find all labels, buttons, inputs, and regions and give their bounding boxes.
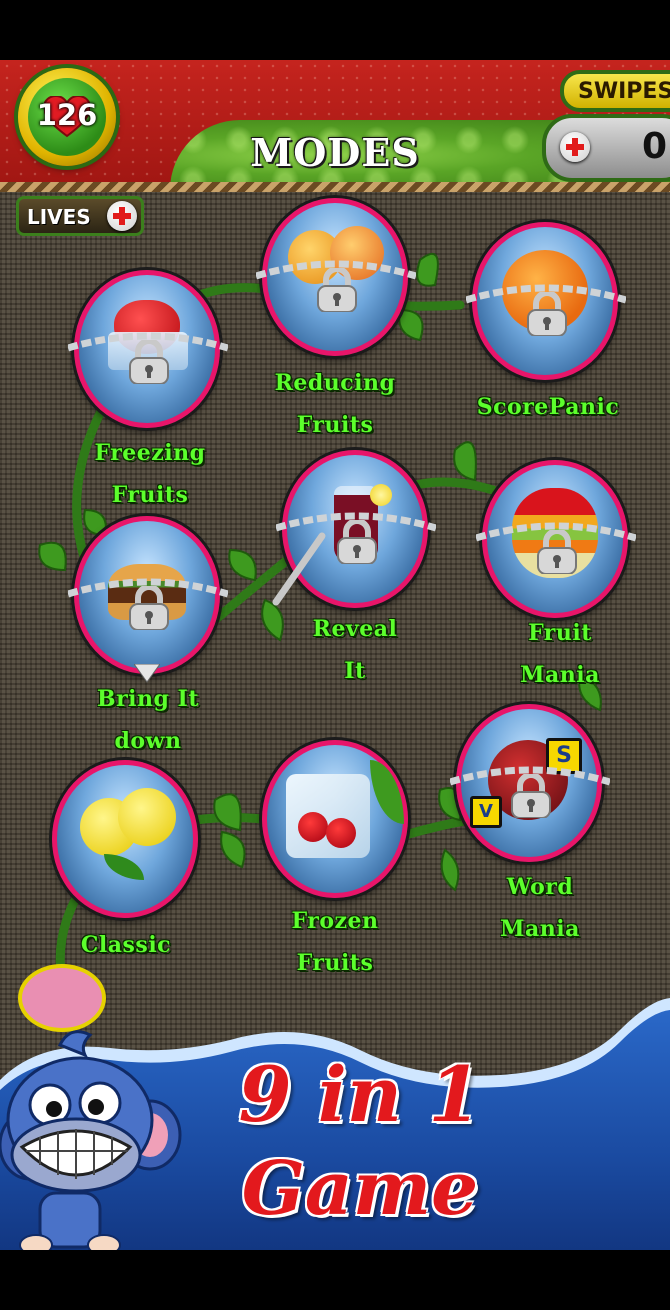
label-line: down bbox=[114, 728, 182, 754]
label-line: Frozen bbox=[291, 908, 379, 934]
mode-reveal-it[interactable] bbox=[272, 450, 436, 610]
label-line: Fruit bbox=[528, 620, 592, 646]
padlock-icon bbox=[317, 268, 357, 312]
lemon-icon bbox=[118, 788, 176, 846]
padlock-icon bbox=[129, 340, 169, 384]
bottom-black-bar bbox=[0, 1250, 670, 1310]
swipes-counter[interactable]: 0 bbox=[542, 114, 670, 182]
plus-icon bbox=[107, 201, 137, 231]
padlock-icon bbox=[511, 774, 551, 818]
top-black-bar bbox=[0, 0, 670, 60]
label-line: Bring It bbox=[96, 686, 200, 712]
monkey-mascot-icon bbox=[0, 1030, 182, 1250]
mode-word-mania[interactable]: S V bbox=[450, 704, 610, 864]
ice-cube-icon bbox=[286, 774, 370, 858]
lives-label: LIVES bbox=[27, 205, 91, 229]
add-swipes-icon[interactable] bbox=[560, 132, 590, 162]
cherry-icon bbox=[298, 812, 328, 842]
label-line: ScorePanic bbox=[476, 394, 620, 420]
mode-fruit-mania[interactable] bbox=[476, 460, 636, 620]
label-line: Reducing bbox=[274, 370, 396, 396]
label-line: Reveal bbox=[312, 616, 398, 642]
label-line: Fruits bbox=[296, 950, 374, 976]
page-title: MODES bbox=[250, 130, 420, 175]
label-line: Word bbox=[506, 874, 574, 900]
label-line: Fruits bbox=[111, 482, 189, 508]
lemon-slice-icon bbox=[370, 484, 392, 506]
mode-label-reducing-fruits: Reducing Fruits bbox=[250, 362, 420, 446]
promo-title-line2: Game bbox=[241, 1146, 479, 1232]
label-line: Fruits bbox=[296, 412, 374, 438]
mode-freezing-fruits[interactable] bbox=[68, 270, 228, 430]
mode-frozen-fruits[interactable] bbox=[262, 740, 412, 900]
padlock-icon bbox=[527, 292, 567, 336]
mode-label-freezing-fruits: Freezing Fruits bbox=[60, 432, 240, 516]
label-line: It bbox=[344, 658, 366, 684]
lives-counter[interactable]: 126 bbox=[18, 68, 116, 166]
label-line: Classic bbox=[80, 932, 172, 958]
cherry-icon bbox=[326, 818, 356, 848]
lives-count: 126 bbox=[36, 98, 98, 132]
padlock-icon bbox=[129, 586, 169, 630]
mode-label-scorepanic: ScorePanic bbox=[458, 386, 638, 428]
swipes-label: SWIPES bbox=[578, 79, 670, 104]
mode-label-fruit-mania: Fruit Mania bbox=[470, 612, 650, 696]
mode-reducing-fruits[interactable] bbox=[256, 198, 416, 358]
label-line: Freezing bbox=[94, 440, 206, 466]
mode-label-word-mania: Word Mania bbox=[450, 866, 630, 950]
label-line: Mania bbox=[520, 662, 600, 688]
padlock-icon bbox=[537, 530, 577, 574]
mode-classic[interactable] bbox=[52, 760, 202, 920]
mode-label-frozen-fruits: Frozen Fruits bbox=[250, 900, 420, 984]
label-line: Mania bbox=[500, 916, 580, 942]
letter-tile-v: V bbox=[470, 796, 502, 828]
mode-label-classic: Classic bbox=[46, 924, 206, 966]
mode-label-reveal-it: Reveal It bbox=[270, 608, 440, 692]
promo-title-line1: 9 in 1 bbox=[238, 1050, 482, 1139]
mode-bring-it-down[interactable] bbox=[68, 516, 228, 683]
swipes-count: 0 bbox=[642, 126, 668, 167]
padlock-icon bbox=[337, 520, 377, 564]
header-trim bbox=[0, 182, 670, 192]
mode-scorepanic[interactable] bbox=[466, 222, 626, 382]
game-screen: MODES 126 SWIPES 0 LIVES Freezing Fruits bbox=[0, 60, 670, 1250]
swipes-label-badge: SWIPES bbox=[560, 70, 670, 112]
add-lives-button[interactable]: LIVES bbox=[16, 196, 144, 236]
mode-label-bring-it-down: Bring It down bbox=[58, 678, 238, 762]
header-bar: MODES 126 SWIPES 0 bbox=[0, 60, 670, 192]
